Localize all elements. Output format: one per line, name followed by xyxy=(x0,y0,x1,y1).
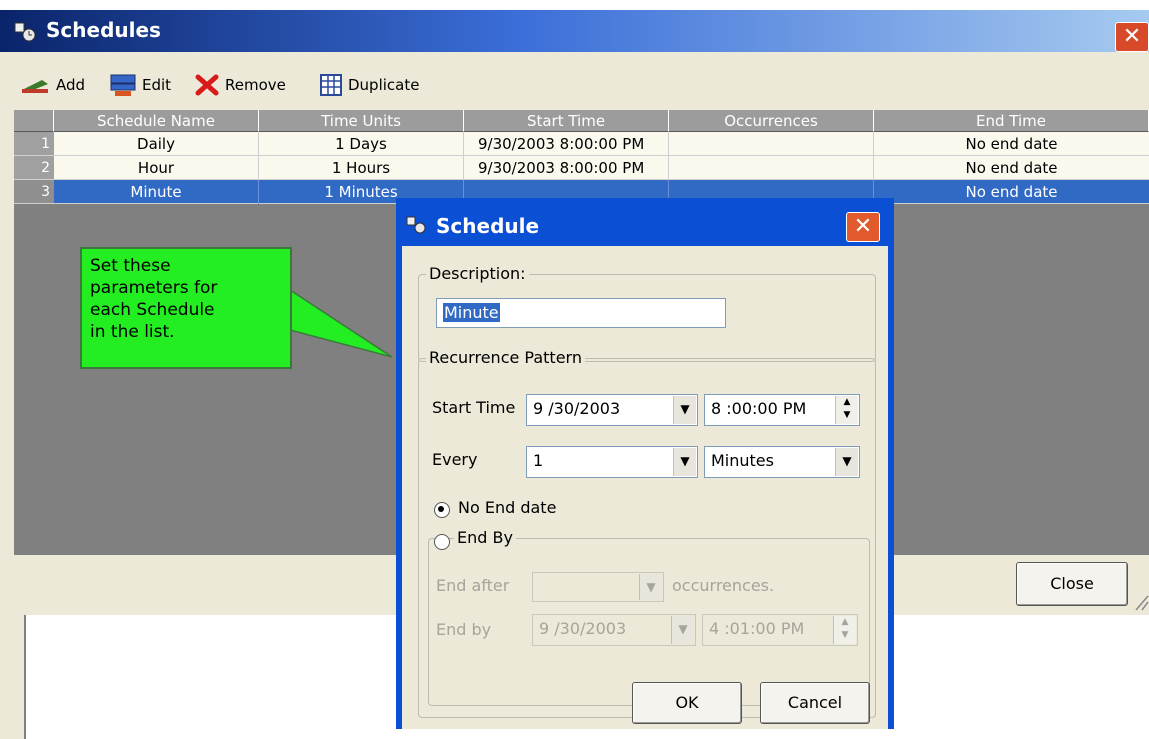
window-title: Schedules xyxy=(46,18,161,42)
chevron-down-icon[interactable]: ▼ xyxy=(673,396,696,424)
row-header[interactable]: 3 xyxy=(14,180,54,204)
start-time-picker[interactable]: 8 :00:00 PM ▲ ▼ xyxy=(704,394,860,426)
ok-button[interactable]: OK xyxy=(632,682,742,724)
start-time-value: 8 :00:00 PM xyxy=(711,399,807,418)
close-icon[interactable]: ✕ xyxy=(1115,22,1149,52)
end-by-date-label: End by xyxy=(436,620,492,639)
remove-label: Remove xyxy=(225,76,286,94)
end-by-time-picker[interactable]: 4 :01:00 PM ▲ ▼ xyxy=(702,614,858,646)
annotation-callout: Set these parameters for each Schedule i… xyxy=(80,247,292,369)
cancel-button[interactable]: Cancel xyxy=(760,682,870,724)
cell-start-time: 9/30/2003 8:00:00 PM xyxy=(464,132,669,156)
edit-icon xyxy=(110,74,136,96)
remove-icon xyxy=(195,74,219,96)
every-unit-value: Minutes xyxy=(711,451,774,470)
schedule-dialog: Schedule ✕ Description: Minute Recurrenc… xyxy=(396,198,894,729)
callout-line: Set these xyxy=(90,256,171,276)
duplicate-label: Duplicate xyxy=(348,76,420,94)
duplicate-icon xyxy=(320,74,342,96)
column-header-occurrences[interactable]: Occurrences xyxy=(669,110,874,132)
start-time-label: Start Time xyxy=(432,398,516,417)
every-value: 1 xyxy=(533,451,544,470)
end-by-date-value: 9 /30/2003 xyxy=(539,619,627,638)
recurrence-pattern-label: Recurrence Pattern xyxy=(426,348,585,367)
cell-schedule-name: Daily xyxy=(54,132,259,156)
end-after-select[interactable]: ▼ xyxy=(532,572,664,602)
column-header-end-time[interactable]: End Time xyxy=(874,110,1149,132)
start-date-picker[interactable]: 9 /30/2003 ▼ xyxy=(526,394,698,426)
spinner-icon[interactable]: ▲ ▼ xyxy=(835,396,858,424)
chevron-down-icon[interactable]: ▼ xyxy=(673,448,696,476)
window-titlebar[interactable]: Schedules ✕ xyxy=(0,10,1149,52)
cell-schedule-name: Hour xyxy=(54,156,259,180)
schedule-icon xyxy=(406,216,426,234)
edit-label: Edit xyxy=(142,76,172,94)
every-label: Every xyxy=(432,450,478,469)
edit-button[interactable]: Edit xyxy=(110,72,171,98)
cell-end-time: No end date xyxy=(965,159,1058,177)
no-end-date-label[interactable]: No End date xyxy=(458,498,556,517)
callout-line: each Schedule xyxy=(90,300,215,320)
cell-occurrences xyxy=(669,132,874,156)
cell-time-units: 1 Hours xyxy=(259,156,464,180)
cell-time-units: 1 Days xyxy=(259,132,464,156)
row-header[interactable]: 1 xyxy=(14,132,54,156)
remove-button[interactable]: Remove xyxy=(195,72,286,98)
end-by-radio[interactable] xyxy=(434,534,450,550)
dialog-title: Schedule xyxy=(436,214,540,238)
no-end-date-radio[interactable] xyxy=(434,502,450,518)
dialog-close-icon[interactable]: ✕ xyxy=(846,212,880,242)
toolbar: Add Edit Remove Duplicate xyxy=(0,58,1149,108)
chevron-down-icon[interactable]: ▼ xyxy=(639,574,662,600)
add-icon xyxy=(22,80,48,93)
schedules-icon xyxy=(14,22,36,42)
cell-end-time: No end date xyxy=(965,135,1058,153)
end-by-date-picker[interactable]: 9 /30/2003 ▼ xyxy=(532,614,696,646)
cell-occurrences xyxy=(669,156,874,180)
resize-grip-icon[interactable] xyxy=(1134,592,1149,612)
end-by-time-value: 4 :01:00 PM xyxy=(709,619,805,638)
add-button[interactable]: Add xyxy=(20,72,85,98)
end-after-label: End after xyxy=(436,576,510,595)
every-unit-select[interactable]: Minutes ▼ xyxy=(704,446,860,478)
table-row[interactable]: Hour 1 Hours 9/30/2003 8:00:00 PM No end… xyxy=(54,156,1149,180)
cell-end-time: No end date xyxy=(965,183,1058,201)
start-date-value: 9 /30/2003 xyxy=(533,399,621,418)
row-header[interactable]: 2 xyxy=(14,156,54,180)
dialog-body: Description: Minute Recurrence Pattern S… xyxy=(402,246,888,729)
table-row[interactable]: Daily 1 Days 9/30/2003 8:00:00 PM No end… xyxy=(54,132,1149,156)
every-value-select[interactable]: 1 ▼ xyxy=(526,446,698,478)
column-header-schedule-name[interactable]: Schedule Name xyxy=(54,110,259,132)
cell-schedule-name: Minute xyxy=(54,180,259,204)
callout-line: in the list. xyxy=(90,322,175,342)
end-by-label[interactable]: End By xyxy=(454,528,516,547)
cell-start-time: 9/30/2003 8:00:00 PM xyxy=(464,156,669,180)
add-label: Add xyxy=(56,76,86,94)
description-group-label: Description: xyxy=(426,264,529,283)
description-input[interactable]: Minute xyxy=(436,298,726,328)
chevron-down-icon[interactable]: ▼ xyxy=(671,616,694,644)
left-frame xyxy=(0,615,26,739)
callout-line: parameters for xyxy=(90,278,218,298)
spinner-icon[interactable]: ▲ ▼ xyxy=(833,616,856,644)
chevron-down-icon[interactable]: ▼ xyxy=(835,448,858,476)
duplicate-button[interactable]: Duplicate xyxy=(320,72,419,98)
column-header-start-time[interactable]: Start Time xyxy=(464,110,669,132)
grid-corner-header xyxy=(14,110,54,132)
occurrences-label: occurrences. xyxy=(672,576,775,595)
description-value: Minute xyxy=(443,303,500,322)
column-header-time-units[interactable]: Time Units xyxy=(259,110,464,132)
close-button[interactable]: Close xyxy=(1016,562,1128,606)
